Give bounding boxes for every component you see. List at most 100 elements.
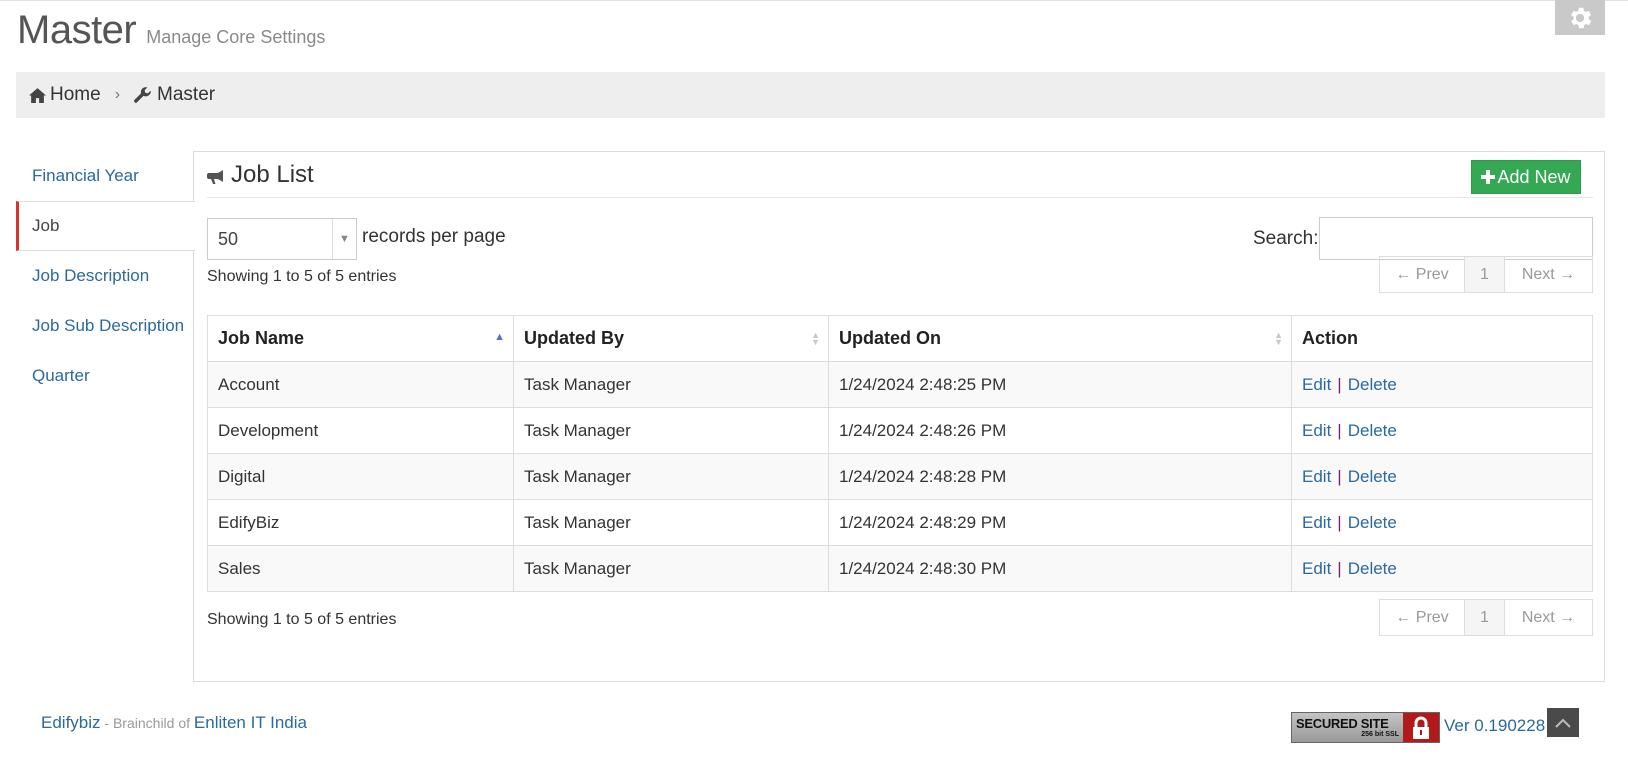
column-header-job-name[interactable]: Job Name ▲	[207, 315, 514, 362]
sidebar-item-job-description[interactable]: Job Description	[16, 251, 194, 301]
cell-job-name: Development	[207, 407, 514, 454]
search-label: Search:	[1253, 228, 1319, 249]
settings-button[interactable]	[1555, 0, 1605, 35]
cell-job-name: Digital	[207, 453, 514, 500]
table-info-bottom: Showing 1 to 5 of 5 entries	[207, 611, 397, 628]
plus-icon	[1481, 170, 1496, 184]
pagination-page-1[interactable]: 1	[1465, 600, 1505, 635]
add-new-button[interactable]: Add New	[1471, 160, 1581, 194]
sidebar-item-quarter[interactable]: Quarter	[16, 351, 194, 401]
cell-job-name: Sales	[207, 545, 514, 592]
top-rule	[0, 0, 1628, 1]
records-per-page-value: 50	[218, 228, 239, 249]
column-header-label: Job Name	[218, 328, 305, 348]
table-row: EdifyBiz Task Manager 1/24/2024 2:48:29 …	[207, 499, 1593, 546]
pagination-top: ← Prev 1 Next →	[1379, 256, 1593, 293]
table-row: Sales Task Manager 1/24/2024 2:48:30 PM …	[207, 545, 1593, 592]
sidebar-nav: Financial Year Job Job Description Job S…	[16, 151, 195, 401]
table-info-top: Showing 1 to 5 of 5 entries	[207, 268, 397, 285]
ssl-title: SECURED SITE	[1296, 715, 1389, 731]
search-input[interactable]	[1319, 217, 1593, 260]
panel-header: Job List Add New	[207, 152, 1593, 198]
delete-link[interactable]: Delete	[1348, 559, 1397, 578]
version-label: Ver 0.190228	[1444, 716, 1546, 735]
cell-action: Edit | Delete	[1291, 453, 1593, 500]
edit-link[interactable]: Edit	[1302, 467, 1331, 486]
cell-updated-on: 1/24/2024 2:48:28 PM	[828, 453, 1292, 500]
sidebar-item-job[interactable]: Job	[16, 201, 195, 251]
column-header-updated-by[interactable]: Updated By ▲ ▼	[513, 315, 829, 362]
delete-link[interactable]: Delete	[1348, 467, 1397, 486]
action-separator: |	[1337, 374, 1342, 394]
sort-both-icon: ▲ ▼	[1274, 329, 1283, 347]
breadcrumb-current: Master	[134, 84, 215, 106]
pagination-next-button[interactable]: Next →	[1505, 600, 1592, 635]
ssl-subtitle: 256 bit SSL	[1361, 730, 1399, 738]
scroll-to-top-button[interactable]	[1547, 708, 1579, 737]
page-header: Master Manage Core Settings	[17, 8, 325, 56]
pagination-page-1[interactable]: 1	[1465, 257, 1505, 292]
table-row: Development Task Manager 1/24/2024 2:48:…	[207, 407, 1593, 454]
table-row: Digital Task Manager 1/24/2024 2:48:28 P…	[207, 453, 1593, 500]
action-separator: |	[1337, 420, 1342, 440]
column-header-label: Action	[1302, 328, 1358, 348]
cell-updated-on: 1/24/2024 2:48:25 PM	[828, 361, 1292, 408]
column-header-label: Updated On	[839, 328, 941, 348]
page-title: Master	[17, 8, 137, 52]
cell-updated-on: 1/24/2024 2:48:29 PM	[828, 499, 1292, 546]
sort-ascending-icon: ▲	[494, 331, 505, 343]
column-header-action: Action	[1291, 315, 1593, 362]
pagination-prev-button[interactable]: ← Prev	[1380, 257, 1465, 292]
edit-link[interactable]: Edit	[1302, 421, 1331, 440]
cell-updated-by: Task Manager	[513, 499, 829, 546]
table-header-row: Job Name ▲ Updated By ▲ ▼ Updated On ▲ ▼ A…	[207, 315, 1593, 362]
page-subtitle: Manage Core Settings	[146, 27, 326, 47]
delete-link[interactable]: Delete	[1348, 513, 1397, 532]
column-header-updated-on[interactable]: Updated On ▲ ▼	[828, 315, 1292, 362]
delete-link[interactable]: Delete	[1348, 375, 1397, 394]
sidebar-item-financial-year[interactable]: Financial Year	[16, 151, 194, 201]
cell-action: Edit | Delete	[1291, 499, 1593, 546]
cell-job-name: Account	[207, 361, 514, 408]
bullhorn-icon	[207, 169, 223, 184]
breadcrumb-current-label: Master	[157, 84, 216, 105]
footer-tagline: - Brainchild of	[100, 715, 194, 731]
cell-updated-by: Task Manager	[513, 407, 829, 454]
edit-link[interactable]: Edit	[1302, 559, 1331, 578]
footer-credits: Edifybiz - Brainchild of Enliten IT Indi…	[41, 713, 307, 733]
delete-link[interactable]: Delete	[1348, 421, 1397, 440]
edit-link[interactable]: Edit	[1302, 375, 1331, 394]
cell-action: Edit | Delete	[1291, 407, 1593, 454]
pagination-next-button[interactable]: Next →	[1505, 257, 1592, 292]
sort-both-icon: ▲ ▼	[811, 329, 820, 347]
action-separator: |	[1337, 512, 1342, 532]
records-per-page-select[interactable]: 50 ▼	[207, 218, 357, 260]
chevron-down-icon: ▼	[332, 219, 356, 259]
cell-job-name: EdifyBiz	[207, 499, 514, 546]
add-new-label: Add New	[1497, 166, 1571, 187]
chevron-up-icon	[1555, 718, 1571, 728]
breadcrumb-home[interactable]: Home	[29, 84, 101, 106]
ssl-badge: SECURED SITE 256 bit SSL	[1291, 712, 1440, 743]
breadcrumb-separator-icon: ›	[114, 86, 121, 103]
breadcrumb: Home › Master	[16, 72, 1605, 118]
sidebar-item-job-sub-description[interactable]: Job Sub Description	[16, 301, 194, 351]
action-separator: |	[1337, 466, 1342, 486]
wrench-icon	[134, 86, 151, 103]
action-separator: |	[1337, 558, 1342, 578]
cell-updated-by: Task Manager	[513, 453, 829, 500]
table-row: Account Task Manager 1/24/2024 2:48:25 P…	[207, 361, 1593, 408]
cell-updated-by: Task Manager	[513, 545, 829, 592]
pagination-prev-button[interactable]: ← Prev	[1380, 600, 1465, 635]
pagination-bottom: ← Prev 1 Next →	[1379, 599, 1593, 636]
cell-updated-on: 1/24/2024 2:48:30 PM	[828, 545, 1292, 592]
job-list-panel: Job List Add New 50 ▼ records per page S…	[193, 151, 1605, 682]
lock-icon	[1403, 713, 1439, 742]
ssl-badge-text: SECURED SITE 256 bit SSL	[1292, 713, 1403, 742]
edit-link[interactable]: Edit	[1302, 513, 1331, 532]
footer-brand-link[interactable]: Edifybiz	[41, 713, 101, 732]
records-per-page-label: records per page	[362, 226, 506, 247]
cell-updated-by: Task Manager	[513, 361, 829, 408]
footer-company-link[interactable]: Enliten IT India	[194, 713, 307, 732]
column-header-label: Updated By	[524, 328, 625, 348]
